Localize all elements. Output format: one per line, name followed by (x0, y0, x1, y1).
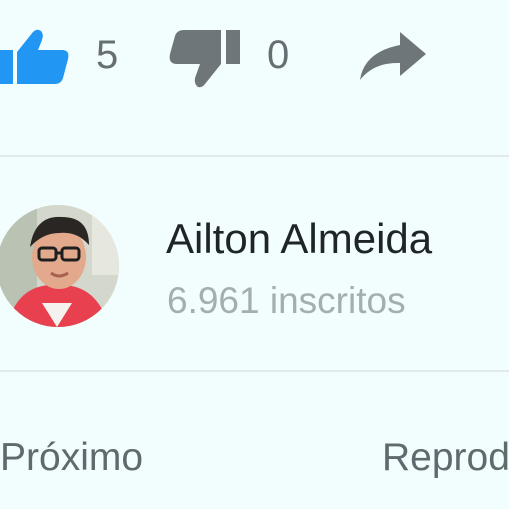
autoplay-label[interactable]: Reprod (382, 438, 509, 477)
divider (0, 370, 509, 372)
video-actions-bar: 5 0 (0, 0, 509, 120)
avatar[interactable] (0, 205, 119, 327)
avatar-photo (0, 205, 119, 327)
channel-info[interactable]: Ailton Almeida 6.961 inscritos (0, 190, 509, 340)
subscriber-count: 6.961 inscritos (167, 280, 406, 321)
dislike-count: 0 (267, 33, 290, 77)
thumbs-up-icon (0, 29, 69, 84)
like-count: 5 (96, 33, 119, 77)
divider (0, 155, 509, 157)
channel-name[interactable]: Ailton Almeida (166, 218, 432, 260)
thumbs-down-icon (169, 30, 240, 88)
like-button[interactable]: 5 (0, 22, 135, 92)
next-videos-label: Próximo (0, 436, 144, 479)
share-arrow-icon (360, 32, 426, 80)
dislike-button[interactable]: 0 (168, 22, 308, 92)
share-button[interactable] (356, 22, 432, 92)
